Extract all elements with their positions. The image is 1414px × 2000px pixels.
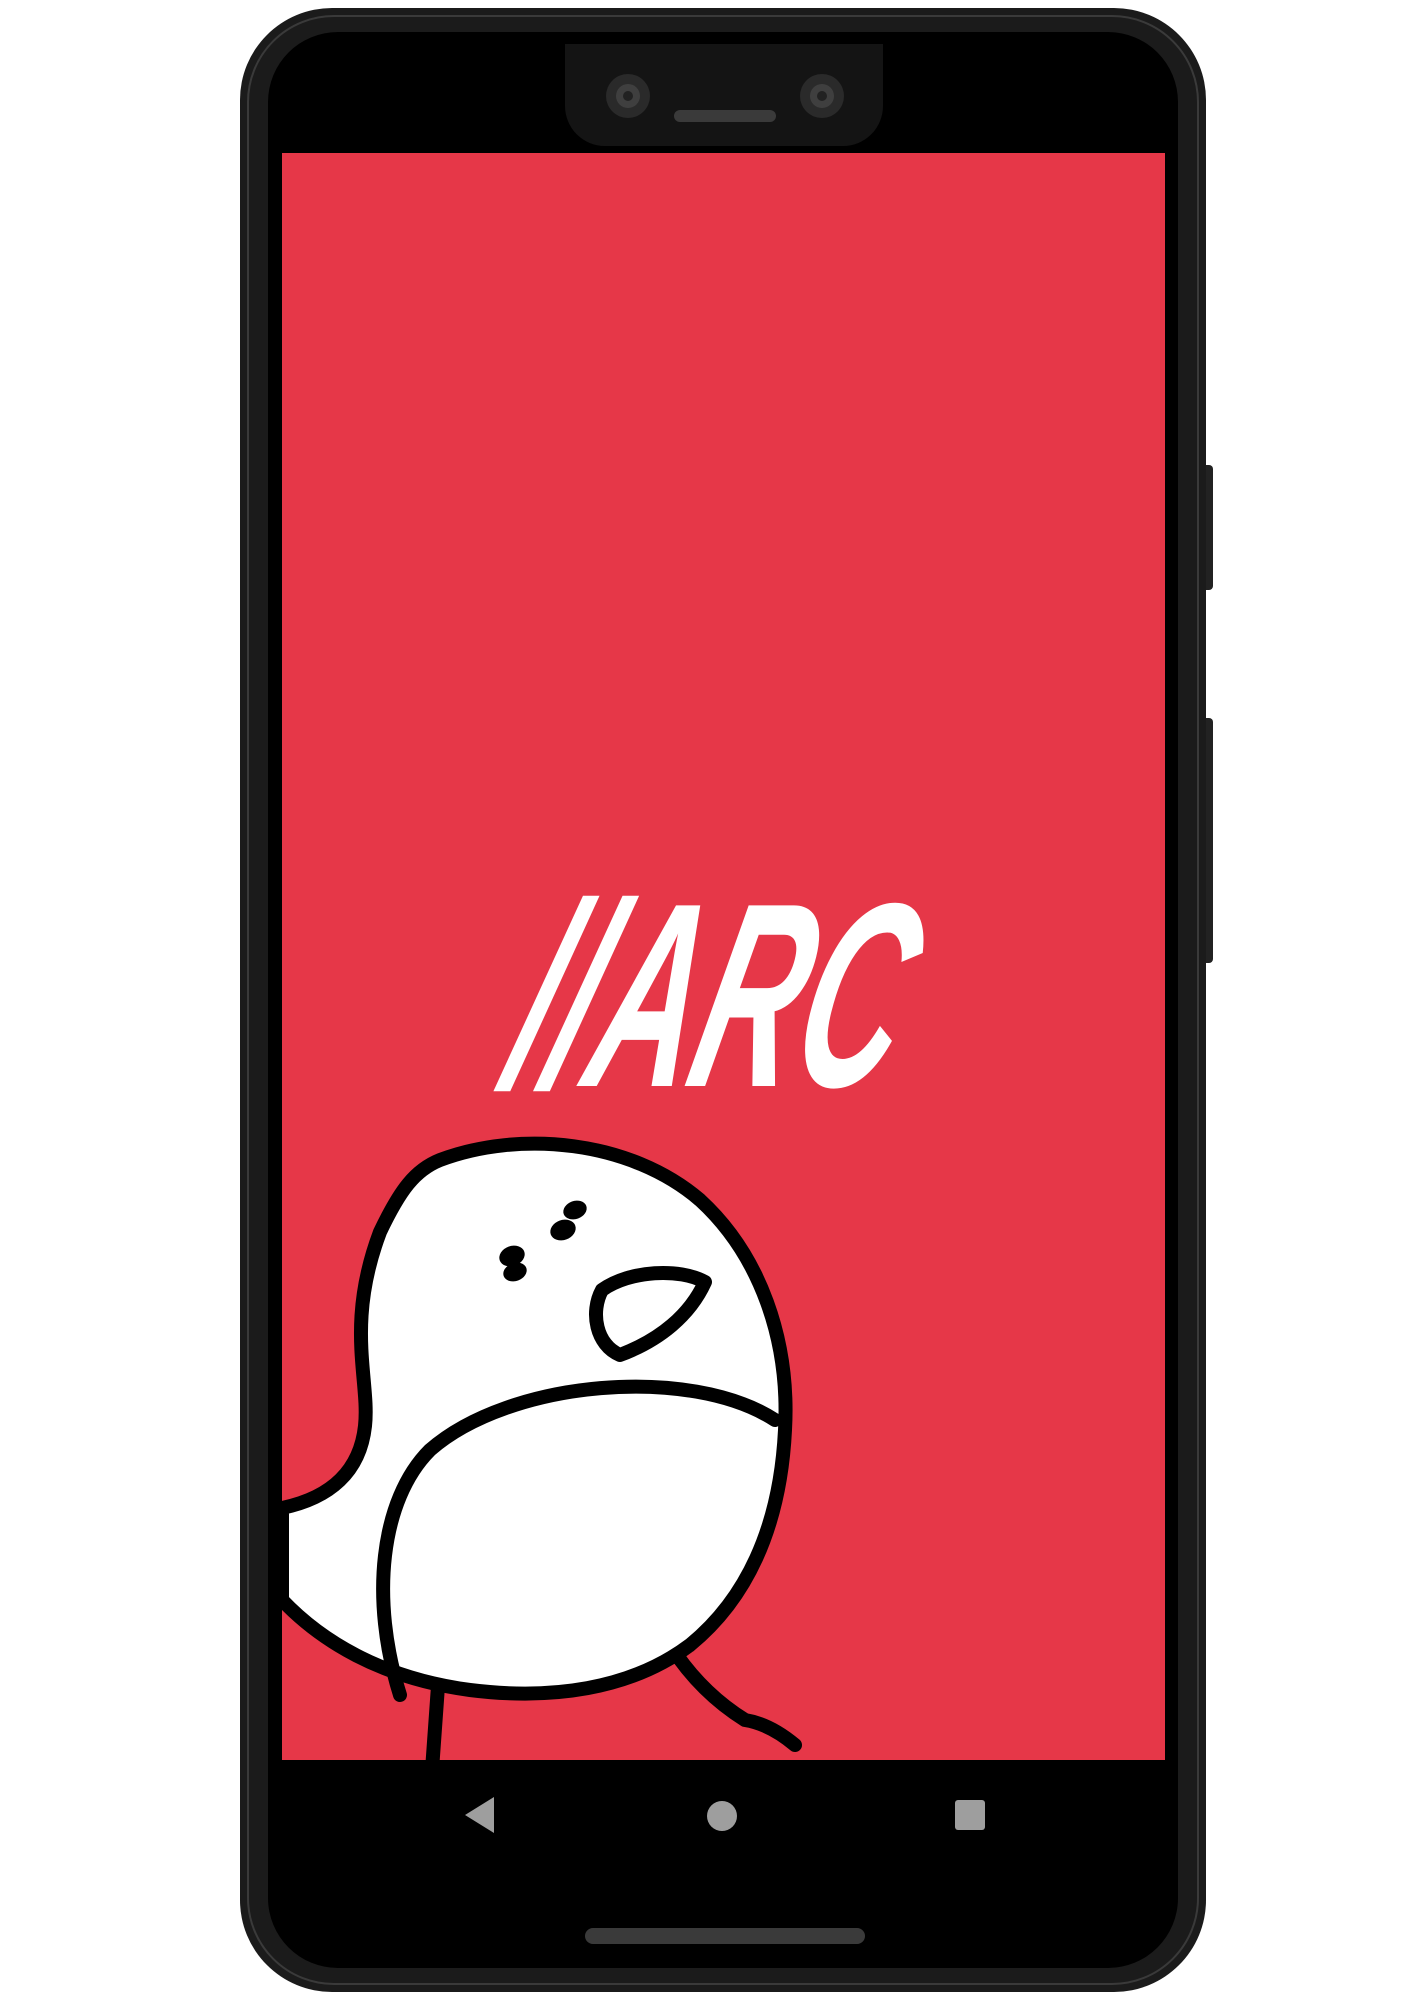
front-camera-icon [606,74,650,118]
recents-square-icon[interactable] [955,1800,985,1830]
bottom-speaker-grille-icon [585,1928,865,1944]
home-circle-icon[interactable] [707,1801,737,1831]
screenshot-stage: //ARC [0,0,1414,2000]
app-logo: //ARC [480,848,949,1142]
notch [565,44,883,146]
phone-mockup: //ARC [240,8,1213,1992]
front-camera-icon [800,74,844,118]
navigation-bar [282,1760,1165,1872]
earpiece-speaker-icon [674,110,776,122]
splash-screen: //ARC [282,153,1165,1760]
